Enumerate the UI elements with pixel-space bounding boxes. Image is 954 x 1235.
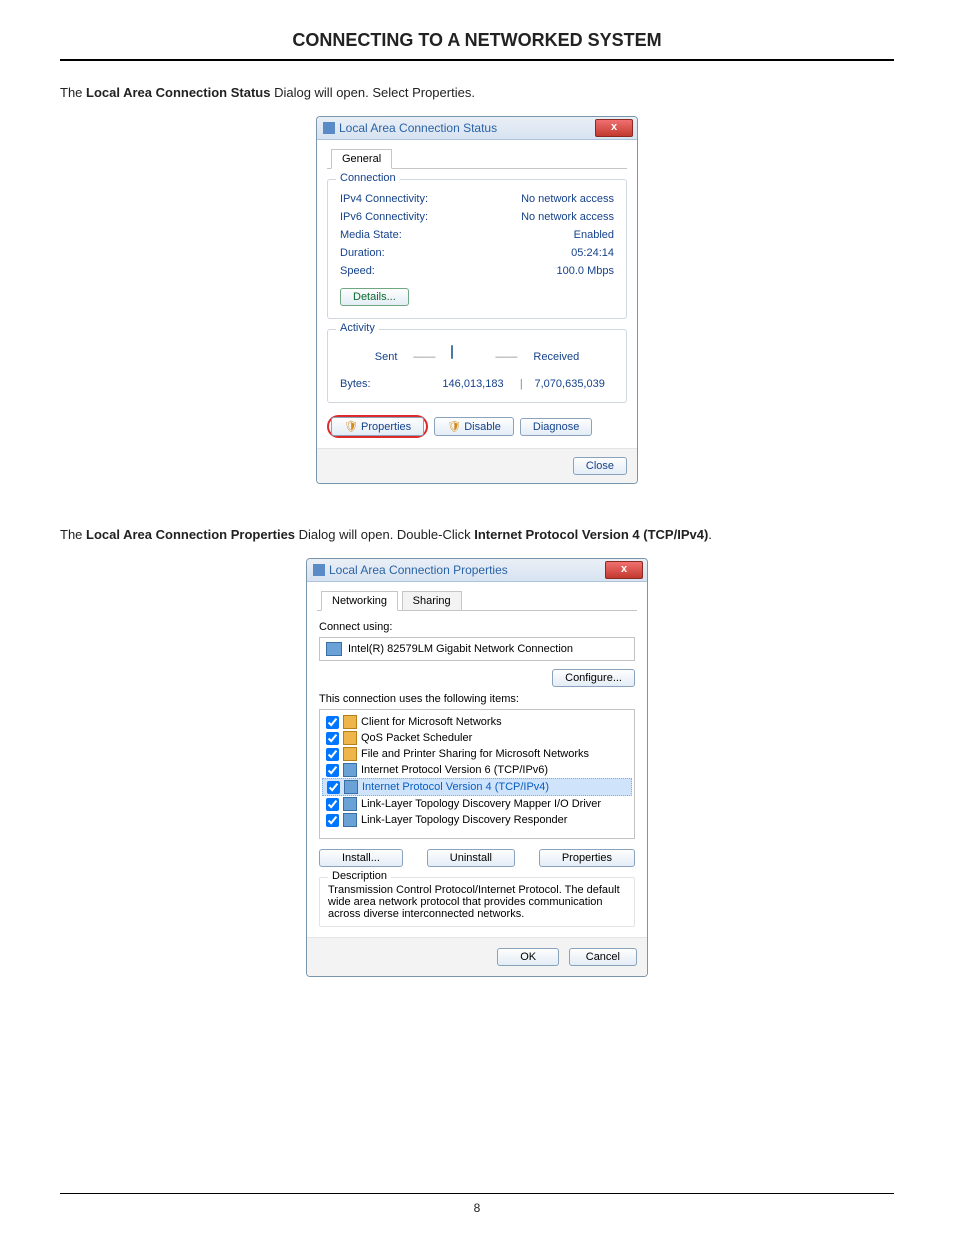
service-icon [343, 715, 357, 729]
close-icon[interactable]: x [595, 119, 633, 137]
protocol-icon [343, 813, 357, 827]
highlight-annotation: 🛡 Properties [327, 415, 428, 438]
item-properties-button[interactable]: Properties [539, 849, 635, 867]
tab-networking[interactable]: Networking [321, 591, 398, 611]
item-checkbox[interactable] [326, 716, 339, 729]
list-item[interactable]: Internet Protocol Version 6 (TCP/IPv6) [322, 762, 632, 778]
bytes-sent-value: 146,013,183 [429, 378, 518, 390]
received-label: Received [533, 351, 579, 363]
configure-button[interactable]: Configure... [552, 669, 635, 687]
media-value: Enabled [574, 229, 614, 241]
nic-icon [326, 642, 342, 656]
ok-button[interactable]: OK [497, 948, 559, 966]
paragraph-2: The Local Area Connection Properties Dia… [60, 527, 894, 542]
item-checkbox[interactable] [326, 764, 339, 777]
speed-value: 100.0 Mbps [557, 265, 614, 277]
properties-titlebar: Local Area Connection Properties x [307, 559, 647, 582]
items-label: This connection uses the following items… [319, 693, 635, 705]
properties-button[interactable]: 🛡 Properties [331, 417, 424, 436]
activity-icon [451, 346, 479, 368]
description-legend: Description [328, 870, 391, 882]
item-checkbox[interactable] [326, 748, 339, 761]
ipv6-value: No network access [521, 211, 614, 223]
items-listbox[interactable]: Client for Microsoft Networks QoS Packet… [319, 709, 635, 839]
tab-sharing[interactable]: Sharing [402, 591, 462, 611]
paragraph-1: The Local Area Connection Status Dialog … [60, 85, 894, 100]
sent-label: Sent [375, 351, 398, 363]
protocol-icon [343, 763, 357, 777]
properties-dialog: Local Area Connection Properties x Netwo… [306, 558, 648, 977]
list-item[interactable]: Link-Layer Topology Discovery Mapper I/O… [322, 796, 632, 812]
duration-label: Duration: [340, 247, 385, 259]
item-checkbox[interactable] [326, 798, 339, 811]
network-icon [313, 564, 325, 576]
description-text: Transmission Control Protocol/Internet P… [328, 884, 626, 920]
protocol-icon [344, 780, 358, 794]
network-icon [323, 122, 335, 134]
adapter-name: Intel(R) 82579LM Gigabit Network Connect… [348, 643, 573, 655]
page-footer: 8 [60, 1193, 894, 1215]
duration-value: 05:24:14 [571, 247, 614, 259]
service-icon [343, 731, 357, 745]
properties-title-text: Local Area Connection Properties [329, 563, 508, 577]
service-icon [343, 747, 357, 761]
item-checkbox[interactable] [327, 781, 340, 794]
ipv6-label: IPv6 Connectivity: [340, 211, 428, 223]
item-checkbox[interactable] [326, 814, 339, 827]
connect-using-label: Connect using: [319, 621, 635, 633]
connection-legend: Connection [336, 172, 400, 184]
uninstall-button[interactable]: Uninstall [427, 849, 515, 867]
page-title: CONNECTING TO A NETWORKED SYSTEM [60, 30, 894, 51]
list-item[interactable]: Link-Layer Topology Discovery Responder [322, 812, 632, 828]
ipv4-value: No network access [521, 193, 614, 205]
disable-button[interactable]: 🛡 Disable [434, 417, 514, 436]
status-titlebar: Local Area Connection Status x [317, 117, 637, 140]
list-item-selected[interactable]: Internet Protocol Version 4 (TCP/IPv4) [322, 778, 632, 796]
description-fieldset: Description Transmission Control Protoco… [319, 877, 635, 927]
tab-general[interactable]: General [331, 149, 392, 169]
cancel-button[interactable]: Cancel [569, 948, 637, 966]
diagnose-button[interactable]: Diagnose [520, 418, 592, 436]
status-dialog: Local Area Connection Status x General C… [316, 116, 638, 484]
ipv4-label: IPv4 Connectivity: [340, 193, 428, 205]
activity-legend: Activity [336, 322, 379, 334]
speed-label: Speed: [340, 265, 375, 277]
close-icon[interactable]: x [605, 561, 643, 579]
protocol-icon [343, 797, 357, 811]
install-button[interactable]: Install... [319, 849, 403, 867]
list-item[interactable]: QoS Packet Scheduler [322, 730, 632, 746]
bytes-label: Bytes: [340, 378, 429, 390]
page-number: 8 [474, 1201, 481, 1215]
item-checkbox[interactable] [326, 732, 339, 745]
media-label: Media State: [340, 229, 402, 241]
list-item[interactable]: Client for Microsoft Networks [322, 714, 632, 730]
list-item[interactable]: File and Printer Sharing for Microsoft N… [322, 746, 632, 762]
bytes-received-value: 7,070,635,039 [525, 378, 614, 390]
status-title-text: Local Area Connection Status [339, 121, 497, 135]
connection-fieldset: Connection IPv4 Connectivity:No network … [327, 179, 627, 319]
details-button[interactable]: Details... [340, 288, 409, 306]
activity-fieldset: Activity Sent —— —— Received Bytes: 146,… [327, 329, 627, 403]
adapter-field: Intel(R) 82579LM Gigabit Network Connect… [319, 637, 635, 661]
close-button[interactable]: Close [573, 457, 627, 475]
title-divider [60, 59, 894, 61]
